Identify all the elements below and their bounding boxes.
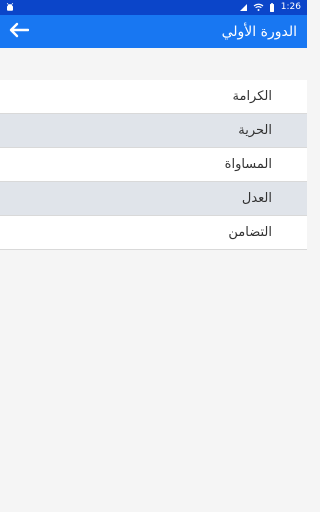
- status-time: 1:26: [280, 2, 301, 12]
- arrow-left-icon: [9, 22, 30, 42]
- list-item-label: المساواة: [224, 157, 272, 172]
- list-item-karama[interactable]: الكرامة: [0, 80, 307, 114]
- list-item-adl[interactable]: العدل: [0, 182, 307, 216]
- list-item-tadamun[interactable]: التضامن: [0, 216, 307, 250]
- battery-icon: [269, 2, 275, 13]
- app-bar: الدورة الأولي: [0, 15, 307, 48]
- list-item-label: العدل: [241, 191, 272, 206]
- empty-content-area: [0, 250, 307, 511]
- list-item-musawa[interactable]: المساواة: [0, 148, 307, 182]
- back-button[interactable]: [8, 21, 30, 43]
- list-item-label: التضامن: [228, 225, 272, 240]
- list-item-hurriya[interactable]: الحرية: [0, 114, 307, 148]
- status-right-icons: 1:26: [239, 3, 301, 13]
- android-debug-icon: [5, 2, 15, 13]
- status-left-icons: [5, 2, 15, 13]
- top-spacer: [0, 48, 307, 80]
- list: الكرامة الحرية المساواة العدل التضامن: [0, 80, 307, 250]
- list-item-label: الكرامة: [232, 89, 272, 104]
- status-bar: 1:26: [0, 0, 307, 15]
- wifi-icon: [253, 3, 264, 12]
- signal-icon: [239, 3, 248, 12]
- list-item-label: الحرية: [238, 123, 272, 138]
- page-title: الدورة الأولي: [221, 23, 297, 40]
